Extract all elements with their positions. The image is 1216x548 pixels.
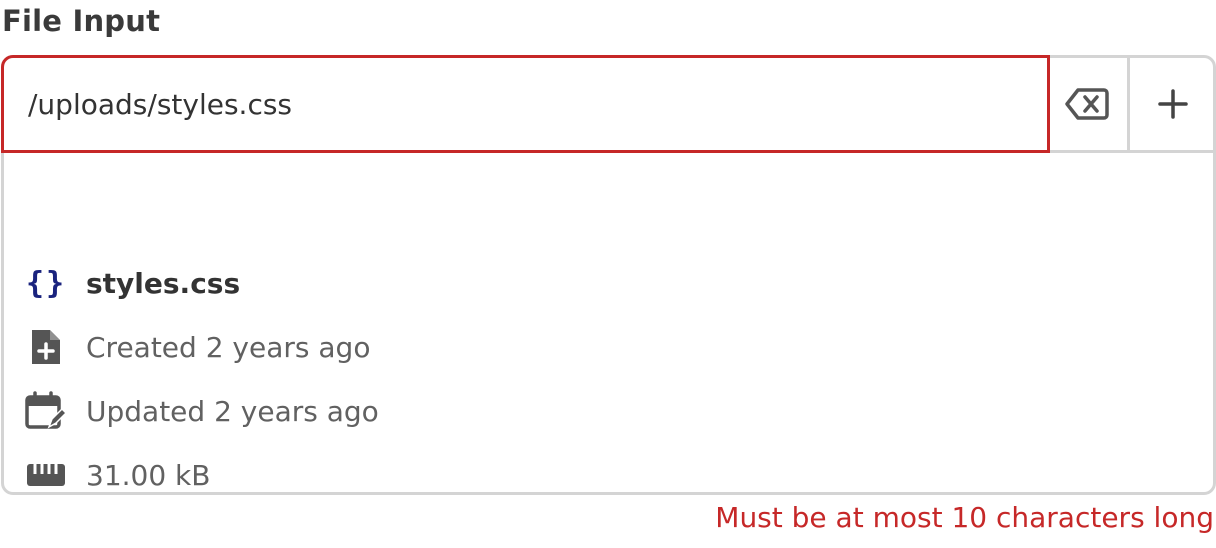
file-size-text: 31.00 kB xyxy=(86,458,211,492)
updated-text: Updated 2 years ago xyxy=(86,394,379,428)
backspace-clear-icon xyxy=(1065,88,1109,120)
field-label: File Input xyxy=(2,4,161,38)
add-file-button[interactable] xyxy=(1133,58,1213,150)
size-row: 31.00 kB xyxy=(24,455,210,495)
file-input-card: {} styles.css Created 2 years ago xyxy=(1,55,1216,495)
clear-button[interactable] xyxy=(1047,58,1130,150)
code-braces-icon: {} xyxy=(25,265,67,301)
input-row xyxy=(1,55,1213,153)
file-name: styles.css xyxy=(86,266,241,300)
file-name-row: {} styles.css xyxy=(24,263,240,303)
ruler-size-icon xyxy=(27,464,65,486)
created-row: Created 2 years ago xyxy=(24,327,370,367)
file-path-input[interactable] xyxy=(1,55,1050,153)
created-text: Created 2 years ago xyxy=(86,330,371,364)
validation-error: Must be at most 10 characters long xyxy=(715,501,1214,534)
calendar-edit-icon xyxy=(25,391,67,429)
plus-icon xyxy=(1158,89,1188,119)
file-plus-icon xyxy=(32,330,60,364)
updated-row: Updated 2 years ago xyxy=(24,391,379,431)
